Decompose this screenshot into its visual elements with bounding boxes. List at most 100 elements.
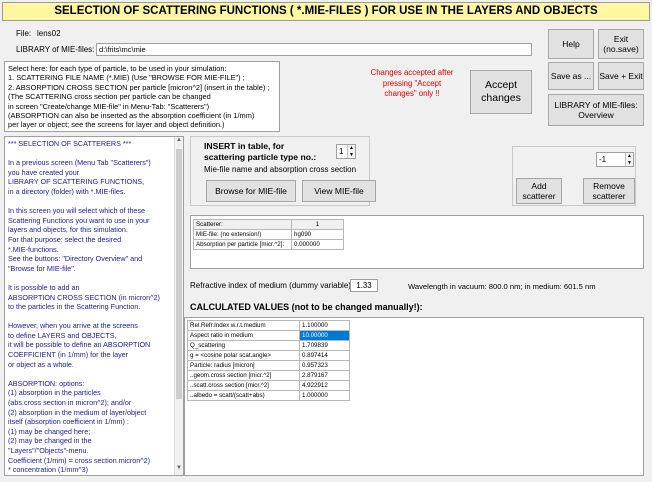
help-line: (2) absorption in the medium of layer/ob… bbox=[8, 407, 147, 417]
save-as-button[interactable]: Save as ... bbox=[548, 62, 594, 90]
help-line: See the buttons: "Directory Overview" an… bbox=[8, 254, 143, 264]
help-line: you have created your bbox=[8, 167, 80, 177]
instruction-line: (The SCATTERING cross section per partic… bbox=[8, 92, 211, 102]
row-label: Absorption per particle [micr.^2]: bbox=[193, 239, 292, 250]
row-label: Rel.Refr.Index w.r.t.medium bbox=[187, 320, 300, 331]
help-line: in a directory (folder) with *.MIE-files… bbox=[8, 186, 126, 196]
remove-scatterer-button[interactable]: Remove scatterer bbox=[583, 178, 635, 204]
help-line: ABSORPTION: options: bbox=[8, 378, 85, 388]
file-name: lens02 bbox=[37, 29, 61, 38]
file-label: File: bbox=[16, 29, 32, 38]
table-row: Q_scattering 1.709839 bbox=[187, 340, 350, 351]
help-line: to define LAYERS and OBJECTS, bbox=[8, 330, 117, 340]
add-scatterer-button[interactable]: Add scatterer bbox=[516, 178, 562, 204]
help-line: It is possible to add an bbox=[8, 282, 80, 292]
help-line: itself (absorption coefficient in 1/mm) … bbox=[8, 417, 129, 427]
row-value: 4.922912 bbox=[299, 380, 350, 391]
help-line: LIBRARY OF SCATTERING FUNCTIONS, bbox=[8, 177, 145, 187]
help-line bbox=[8, 273, 180, 283]
help-line: *.MIE-functions. bbox=[8, 244, 59, 254]
instruction-line: 1. SCATTERING FILE NAME (*.MIE) (Use "BR… bbox=[8, 73, 245, 83]
table-row: ..scatt.cross section [micr.^2] 4.922912 bbox=[187, 380, 350, 391]
save-exit-button[interactable]: Save + Exit bbox=[598, 62, 644, 90]
help-line bbox=[8, 197, 180, 207]
help-line: However, when you arrive at the screens bbox=[8, 321, 138, 331]
accept-changes-button[interactable]: Accept changes bbox=[470, 70, 532, 114]
help-line: (2) may be changed in the bbox=[8, 436, 92, 446]
help-line: Scattering Functions you want to use in … bbox=[8, 215, 150, 225]
help-button[interactable]: Help bbox=[548, 29, 594, 59]
table-row: Absorption per particle [micr.^2]: 0.0000… bbox=[193, 239, 344, 250]
help-scrollbar[interactable]: ▲ ▼ bbox=[174, 137, 183, 475]
particle-type-value: 1 bbox=[339, 147, 344, 156]
refractive-label: Refractive index of medium (dummy variab… bbox=[190, 281, 354, 290]
row-label: ..geom.cross section [micr.^2] bbox=[187, 370, 300, 381]
library-path-field[interactable]: d:\frits\mc\mie bbox=[96, 43, 532, 56]
help-line: (1) absorption in the particles bbox=[8, 388, 101, 398]
scatterer-table[interactable]: Scatterer: 1 MIE-file: (no extension!) hg09… bbox=[193, 219, 344, 250]
help-line: "Layers"/"Objects"-menu. bbox=[8, 446, 89, 455]
table-row: Aspect ratio in medium 10.00000 bbox=[187, 330, 350, 341]
help-line: (1) may be changed here; bbox=[8, 426, 91, 436]
scatterer-table-area: Scatterer: 1 MIE-file: (no extension!) hg09… bbox=[190, 215, 644, 269]
table-row: ..geom.cross section [micr.^2] 2.879167 bbox=[187, 370, 350, 381]
exit-button[interactable]: Exit (no.save) bbox=[598, 29, 644, 59]
row-label: ..scatt.cross section [micr.^2] bbox=[187, 380, 300, 391]
scatterer-spin-value: -1 bbox=[599, 155, 607, 164]
spin-down-icon[interactable]: ▼ bbox=[348, 152, 355, 159]
library-overview-button[interactable]: LIBRARY of MIE-files: Overview bbox=[548, 94, 644, 126]
scatterer-spinner[interactable]: -1 ▲ ▼ bbox=[596, 152, 634, 167]
view-mie-button[interactable]: View MIE-file bbox=[302, 180, 376, 202]
help-text: *** SELECTION OF SCATTERERS *** In a pre… bbox=[5, 137, 183, 475]
row-value: 0.957323 bbox=[299, 360, 350, 371]
help-line: Coefficient (1/mm) = cross section micro… bbox=[8, 455, 151, 465]
help-line: COEFFICIENT (in 1/mm) for the layer bbox=[8, 350, 129, 360]
row-label: Aspect ratio in medium bbox=[187, 330, 300, 341]
help-line: or object as a whole. bbox=[8, 359, 74, 369]
help-line: In a previous screen (Menu Tab "Scattere… bbox=[8, 158, 151, 168]
row-value[interactable]: 1 bbox=[291, 219, 344, 230]
calculated-table-area: Rel.Refr.Index w.r.t.medium 1.100000 Aspec… bbox=[184, 317, 644, 476]
help-line bbox=[8, 312, 180, 322]
row-label: Particle: radius [micron] bbox=[187, 360, 300, 371]
row-label: g = <cosine polar scat.angle> bbox=[187, 350, 300, 361]
scroll-up-icon[interactable]: ▲ bbox=[175, 137, 183, 147]
calculated-table: Rel.Refr.Index w.r.t.medium 1.100000 Aspec… bbox=[187, 320, 350, 401]
changes-note: Changes accepted after pressing "Accept … bbox=[370, 68, 454, 98]
row-value[interactable]: 0.000000 bbox=[291, 239, 344, 250]
row-value: 1.100000 bbox=[299, 320, 350, 331]
help-line: * concentration (1/mm^3) bbox=[8, 465, 89, 475]
row-value: 1.000000 bbox=[299, 390, 350, 401]
help-line: *** SELECTION OF SCATTERERS *** bbox=[8, 139, 132, 148]
insert-heading: INSERT in table, for scattering particle… bbox=[204, 141, 317, 162]
calculated-heading: CALCULATED VALUES (not to be changed man… bbox=[190, 302, 423, 312]
scroll-thumb[interactable] bbox=[176, 149, 182, 399]
row-value[interactable]: hg090 bbox=[291, 229, 344, 240]
table-row: ..albedo = scatt/(scatt+abs) 1.000000 bbox=[187, 390, 350, 401]
instruction-line: in screen "Create/change MIE-file" in Me… bbox=[8, 101, 210, 111]
help-line: "Browse for MIE-file". bbox=[8, 263, 76, 273]
spin-down-icon[interactable]: ▼ bbox=[626, 160, 633, 167]
instruction-line: (ABSORPTION can also be inserted as the … bbox=[8, 111, 255, 121]
row-value: 0.897414 bbox=[299, 350, 350, 361]
page-title: SELECTION OF SCATTERING FUNCTIONS ( *.MI… bbox=[2, 2, 650, 21]
row-value: 10.00000 bbox=[299, 330, 350, 341]
help-line bbox=[8, 369, 180, 379]
instruction-line: per layer or object; see the screens for… bbox=[8, 120, 225, 130]
table-row: MIE-file: (no extension!) hg090 bbox=[193, 229, 344, 240]
refractive-index-input[interactable]: 1.33 bbox=[350, 279, 378, 292]
row-label: MIE-file: (no extension!) bbox=[193, 229, 292, 240]
instruction-line: 2. ABSORPTION CROSS SECTION per particle… bbox=[8, 82, 270, 92]
row-label: Q_scattering bbox=[187, 340, 300, 351]
scroll-down-icon[interactable]: ▼ bbox=[175, 465, 183, 475]
browse-mie-button[interactable]: Browse for MIE-file bbox=[206, 180, 296, 202]
instructions-box: Select here: for each type of particle, … bbox=[4, 61, 280, 132]
help-text-panel[interactable]: *** SELECTION OF SCATTERERS *** In a pre… bbox=[4, 136, 184, 476]
help-line: (abs.cross section in micron^2); and/or bbox=[8, 398, 132, 408]
help-line: In this screen you will select which of … bbox=[8, 206, 146, 216]
help-line: layers and objects, for this simulation. bbox=[8, 225, 128, 235]
row-value: 1.709839 bbox=[299, 340, 350, 351]
library-label: LIBRARY of MIE-files: bbox=[16, 45, 95, 54]
particle-type-spinner[interactable]: 1 ▲ ▼ bbox=[336, 144, 356, 159]
help-line: to the particles in the Scattering Funct… bbox=[8, 302, 141, 312]
